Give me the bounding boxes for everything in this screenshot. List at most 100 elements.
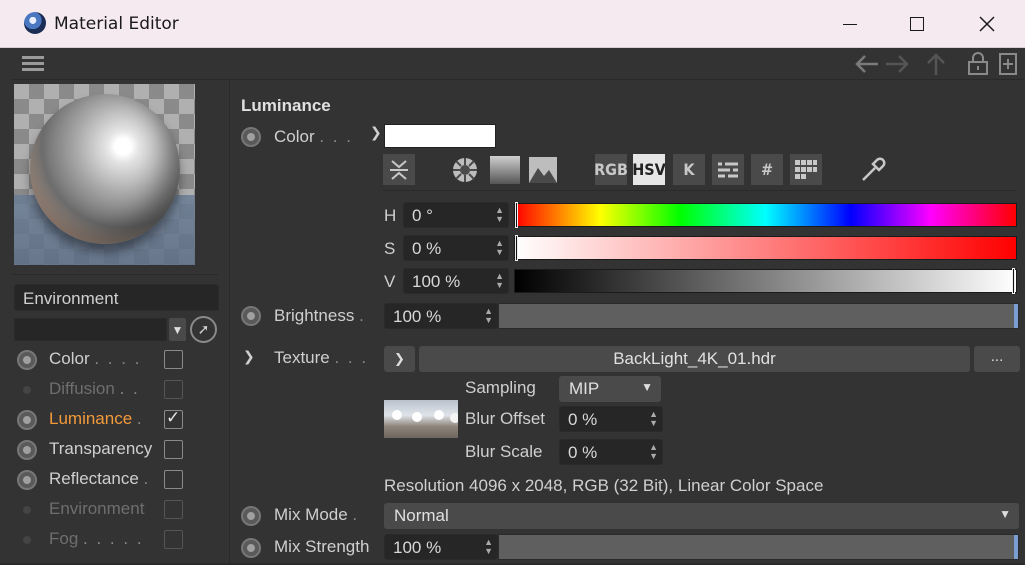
- channel-radio[interactable]: [23, 386, 31, 394]
- sampling-label: Sampling: [465, 378, 536, 397]
- color-wheel-icon[interactable]: [449, 154, 481, 185]
- pick-cursor-icon[interactable]: ➚: [190, 316, 217, 343]
- channel-label: Luminance .: [49, 409, 144, 428]
- saturation-label: S: [384, 239, 396, 258]
- section-title: Luminance: [241, 96, 331, 115]
- channel-label: Fog . . . . .: [49, 529, 144, 548]
- hue-label: H: [384, 206, 397, 225]
- maximize-icon: [910, 17, 924, 31]
- texture-menu-button[interactable]: ❯: [384, 346, 415, 372]
- channel-label: Diffusion . .: [49, 379, 140, 398]
- channel-label: Transparency: [49, 439, 153, 458]
- channel-radio[interactable]: [17, 410, 37, 430]
- texture-file-button[interactable]: BackLight_4K_01.hdr: [419, 346, 970, 372]
- chevron-down-icon[interactable]: ▼: [169, 318, 186, 341]
- channel-item-transparency[interactable]: Transparency: [12, 435, 230, 465]
- mix-mode-label: Mix Mode .: [274, 505, 360, 524]
- hue-slider[interactable]: [514, 202, 1017, 228]
- brightness-slider[interactable]: [498, 303, 1019, 329]
- cinema4d-app-icon: [24, 12, 46, 34]
- minimize-button[interactable]: [815, 0, 885, 48]
- blur-scale-field[interactable]: 0 % ▲ ▼: [559, 439, 663, 465]
- channel-item-luminance[interactable]: Luminance .: [12, 405, 230, 435]
- rgb-mode-button[interactable]: RGB: [594, 154, 628, 185]
- channel-checkbox[interactable]: [164, 530, 183, 549]
- mix-strength-slider[interactable]: [498, 534, 1019, 560]
- eyedropper-icon[interactable]: [857, 154, 889, 185]
- window-title: Material Editor: [54, 14, 179, 34]
- brightness-animate-radio[interactable]: [241, 306, 261, 326]
- hsv-mode-button[interactable]: HSV: [632, 154, 666, 185]
- swatches-grid-icon[interactable]: [790, 154, 822, 185]
- blur-offset-field[interactable]: 0 % ▲ ▼: [559, 406, 663, 432]
- close-button[interactable]: [952, 0, 1022, 48]
- channel-item-reflectance[interactable]: Reflectance .: [12, 465, 230, 495]
- preview-sphere: [30, 94, 180, 244]
- channel-radio[interactable]: [23, 536, 31, 544]
- lock-icon[interactable]: [967, 52, 989, 76]
- chevron-right-icon[interactable]: ❯: [243, 348, 255, 365]
- editor-toolbar: [12, 48, 1025, 80]
- channel-checkbox[interactable]: [164, 500, 183, 519]
- channel-checkbox[interactable]: [164, 350, 183, 369]
- color-label: Color . . .: [274, 127, 353, 146]
- saturation-field[interactable]: 0 % ▲ ▼: [403, 235, 509, 261]
- blur-scale-label: Blur Scale: [465, 442, 543, 461]
- mix-strength-field[interactable]: 100 % ▲ ▼: [384, 534, 498, 560]
- chevron-down-icon[interactable]: ❯: [370, 124, 382, 141]
- channel-radio[interactable]: [23, 506, 31, 514]
- image-picker-icon[interactable]: [527, 154, 559, 185]
- up-arrow-icon[interactable]: [926, 52, 946, 76]
- channel-checkbox[interactable]: [164, 470, 183, 489]
- channel-label: Reflectance .: [49, 469, 151, 488]
- menu-icon[interactable]: [22, 56, 44, 72]
- preview-select[interactable]: [14, 318, 167, 341]
- back-arrow-icon[interactable]: [854, 54, 880, 74]
- window-titlebar: Material Editor: [0, 0, 1025, 48]
- channel-radio[interactable]: [17, 440, 37, 460]
- channel-panel: Environment ▼ ➚ Color . . . . Diffusion .…: [12, 80, 230, 565]
- texture-label: Texture . . .: [274, 348, 369, 367]
- saturation-slider[interactable]: [514, 235, 1017, 261]
- hue-field[interactable]: 0 ° ▲ ▼: [403, 202, 509, 228]
- new-window-icon[interactable]: [998, 52, 1018, 76]
- minimize-icon: [843, 23, 857, 25]
- mixer-icon[interactable]: [712, 154, 744, 185]
- mix-mode-select[interactable]: Normal ▼: [384, 503, 1019, 529]
- spectrum-icon[interactable]: [489, 154, 521, 185]
- channel-item-environment[interactable]: Environment: [12, 495, 230, 525]
- channel-item-color[interactable]: Color . . . .: [12, 345, 230, 375]
- brightness-label: Brightness .: [274, 306, 366, 325]
- kelvin-mode-button[interactable]: K: [673, 154, 705, 185]
- mix-strength-animate-radio[interactable]: [241, 538, 261, 558]
- close-icon: [979, 16, 995, 32]
- mix-mode-animate-radio[interactable]: [241, 506, 261, 526]
- texture-resolution-info: Resolution 4096 x 2048, RGB (32 Bit), Li…: [384, 476, 824, 495]
- mix-strength-label: Mix Strength: [274, 537, 370, 556]
- hex-mode-button[interactable]: #: [751, 154, 783, 185]
- channel-label: Color . . . .: [49, 349, 142, 368]
- collapse-icon[interactable]: [383, 154, 415, 185]
- channel-checkbox[interactable]: [164, 380, 183, 399]
- value-field[interactable]: 100 % ▲ ▼: [403, 268, 509, 294]
- channel-label: Environment: [49, 499, 145, 518]
- channel-radio[interactable]: [17, 470, 37, 490]
- channel-checkbox[interactable]: [164, 440, 183, 459]
- channel-item-diffusion[interactable]: Diffusion . .: [12, 375, 230, 405]
- channel-radio[interactable]: [17, 350, 37, 370]
- sampling-select[interactable]: MIP ▼: [559, 376, 661, 402]
- luminance-panel: Luminance Color . . . ❯ RGB HSV K # H 0 …: [231, 80, 1025, 565]
- forward-arrow-icon[interactable]: [884, 54, 910, 74]
- material-name-field[interactable]: Environment: [14, 284, 219, 311]
- maximize-button[interactable]: [882, 0, 952, 48]
- color-animate-radio[interactable]: [241, 127, 261, 147]
- value-slider[interactable]: [514, 268, 1017, 294]
- color-swatch[interactable]: [384, 124, 496, 148]
- material-preview[interactable]: [14, 84, 195, 265]
- channel-checkbox[interactable]: [164, 408, 183, 429]
- channel-item-fog[interactable]: Fog . . . . .: [12, 525, 230, 555]
- texture-browse-button[interactable]: ...: [974, 346, 1020, 372]
- brightness-field[interactable]: 100 % ▲ ▼: [384, 303, 498, 329]
- blur-offset-label: Blur Offset: [465, 409, 545, 428]
- texture-thumbnail[interactable]: [384, 400, 458, 438]
